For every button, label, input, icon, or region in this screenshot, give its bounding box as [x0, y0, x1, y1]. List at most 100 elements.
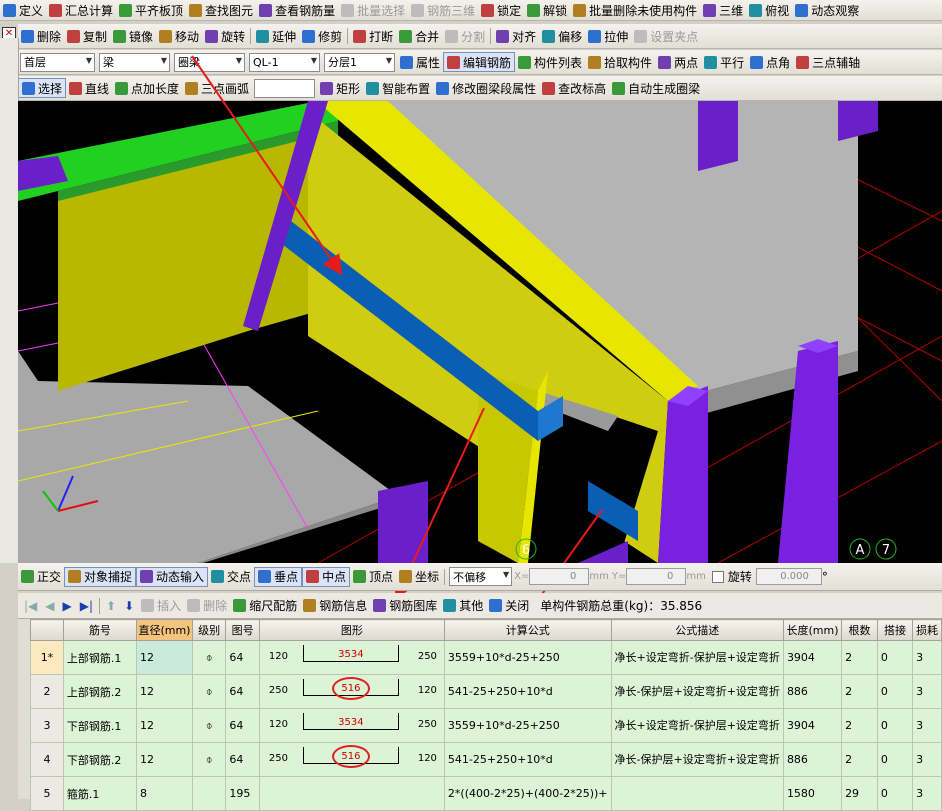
- count-cell[interactable]: 2: [841, 674, 878, 709]
- count-cell[interactable]: 2: [841, 708, 878, 743]
- category-select[interactable]: 梁 ▼: [99, 52, 170, 72]
- y-input[interactable]: 0: [626, 568, 687, 585]
- length-cell[interactable]: 3904: [782, 708, 843, 743]
- table-row[interactable]: 3 下部钢筋.1 12 ⌽ 64 120 3534 250 3559+10*d-25+250 净长…: [30, 708, 942, 743]
- loss-cell[interactable]: 3: [912, 674, 942, 709]
- lap-cell[interactable]: 0: [876, 776, 914, 811]
- column-header[interactable]: 级别: [191, 619, 227, 641]
- move-down-icon[interactable]: ⬇: [124, 599, 134, 613]
- row-number[interactable]: 3: [30, 708, 64, 743]
- length-cell[interactable]: 1580: [782, 776, 843, 811]
- grade-cell[interactable]: [191, 776, 227, 811]
- description-cell[interactable]: 净长+设定弯折-保护层+设定弯折: [610, 640, 784, 675]
- shape-cell[interactable]: 250 516 120: [258, 742, 445, 777]
- lap-cell[interactable]: 0: [876, 742, 914, 777]
- diameter-cell[interactable]: 12: [135, 708, 193, 743]
- toolbar3-button-1[interactable]: 属性: [397, 50, 443, 74]
- diameter-cell[interactable]: 12: [135, 742, 193, 777]
- table-row[interactable]: 2 上部钢筋.2 12 ⌽ 64 250 516 120 541-25+250+10*d 净长-保…: [30, 674, 942, 709]
- grid-tool-7[interactable]: 关闭: [486, 597, 532, 614]
- formula-cell[interactable]: 3559+10*d-25+250: [443, 640, 612, 675]
- toolbar3-button-8[interactable]: 三点辅轴: [793, 50, 863, 74]
- diameter-cell[interactable]: 12: [135, 674, 193, 709]
- toolbar1-button-4[interactable]: 查找图元: [186, 0, 256, 20]
- toolbar1-button-7[interactable]: 钢筋三维: [408, 0, 478, 20]
- formula-cell[interactable]: 541-25+250+10*d: [443, 742, 612, 777]
- column-header[interactable]: 图号: [225, 619, 260, 641]
- toolbar1-button-10[interactable]: 批量删除未使用构件: [570, 0, 700, 20]
- shape-cell[interactable]: 250 516 120: [258, 674, 445, 709]
- loss-cell[interactable]: 3: [912, 776, 942, 811]
- toolbar2-button-8[interactable]: 打断: [350, 24, 396, 48]
- description-cell[interactable]: 净长-保护层+设定弯折+设定弯折: [610, 742, 784, 777]
- toolbar2-button-12[interactable]: 偏移: [539, 24, 585, 48]
- type-select[interactable]: 圈梁 ▼: [174, 52, 245, 72]
- toolbar4-button-8[interactable]: 查改标高: [539, 76, 609, 100]
- loss-cell[interactable]: 3: [912, 640, 942, 675]
- grade-cell[interactable]: ⌽: [191, 640, 227, 675]
- nav-next-icon[interactable]: ▶: [63, 599, 72, 613]
- column-header[interactable]: 直径(mm): [135, 619, 193, 641]
- nav-first-icon[interactable]: |◀: [24, 599, 37, 613]
- toolbar1-button-12[interactable]: 俯视: [746, 0, 792, 20]
- toolbar1-button-9[interactable]: 解锁: [524, 0, 570, 20]
- snap-toggle-7[interactable]: 顶点: [350, 568, 396, 585]
- shape-cell[interactable]: [258, 776, 445, 811]
- grid-tool-3[interactable]: 缩尺配筋: [230, 597, 300, 614]
- toolbar2-button-13[interactable]: 拉伸: [585, 24, 631, 48]
- toolbar4-button-5[interactable]: 矩形: [317, 76, 363, 100]
- loss-cell[interactable]: 3: [912, 742, 942, 777]
- grid-tool-2[interactable]: 删除: [184, 597, 230, 614]
- toolbar1-button-3[interactable]: 平齐板顶: [116, 0, 186, 20]
- count-cell[interactable]: 2: [841, 640, 878, 675]
- toolbar2-button-3[interactable]: 镜像: [110, 24, 156, 48]
- formula-cell[interactable]: 3559+10*d-25+250: [443, 708, 612, 743]
- toolbar1-button-6[interactable]: 批量选择: [338, 0, 408, 20]
- figure-number-cell[interactable]: 64: [225, 742, 260, 777]
- grid-tool-1[interactable]: 插入: [138, 597, 184, 614]
- x-input[interactable]: 0: [529, 568, 590, 585]
- toolbar2-button-10[interactable]: 分割: [442, 24, 488, 48]
- table-row[interactable]: 5 箍筋.1 8 195 2*((400-2*25)+(400-2*25))+ 1580 2…: [30, 776, 942, 811]
- toolbar2-button-14[interactable]: 设置夹点: [631, 24, 701, 48]
- toolbar3-button-2[interactable]: 编辑钢筋: [443, 52, 516, 72]
- grade-cell[interactable]: ⌽: [191, 742, 227, 777]
- element-select[interactable]: QL-1 ▼: [249, 52, 320, 72]
- row-number[interactable]: 4: [30, 742, 64, 777]
- rebar-name[interactable]: 上部钢筋.2: [62, 674, 137, 709]
- grid-tool-5[interactable]: 钢筋图库: [370, 597, 440, 614]
- column-header[interactable]: 公式描述: [610, 619, 784, 641]
- snap-toggle-1[interactable]: 正交: [18, 568, 64, 585]
- nav-last-icon[interactable]: ▶|: [80, 599, 93, 613]
- count-cell[interactable]: 29: [841, 776, 878, 811]
- toolbar3-button-4[interactable]: 拾取构件: [585, 50, 655, 74]
- toolbar2-button-9[interactable]: 合并: [396, 24, 442, 48]
- description-cell[interactable]: 净长-保护层+设定弯折+设定弯折: [610, 674, 784, 709]
- toolbar2-button-2[interactable]: 复制: [64, 24, 110, 48]
- rebar-name[interactable]: 下部钢筋.1: [62, 708, 137, 743]
- diameter-cell[interactable]: 12: [135, 640, 193, 675]
- rotate-input[interactable]: 0.000: [755, 568, 822, 585]
- toolbar2-button-6[interactable]: 延伸: [253, 24, 299, 48]
- grade-cell[interactable]: ⌽: [191, 674, 227, 709]
- figure-number-cell[interactable]: 64: [225, 708, 260, 743]
- table-row[interactable]: 1* 上部钢筋.1 12 ⌽ 64 120 3534 250 3559+10*d-25+250 净…: [30, 640, 942, 675]
- column-header[interactable]: 筋号: [62, 619, 137, 641]
- toolbar1-button-2[interactable]: 汇总计算: [46, 0, 116, 20]
- toolbar1-button-5[interactable]: 查看钢筋量: [256, 0, 338, 20]
- description-cell[interactable]: [610, 776, 784, 811]
- layer-select[interactable]: 分层1 ▼: [324, 52, 395, 72]
- toolbar2-button-5[interactable]: 旋转: [202, 24, 248, 48]
- formula-cell[interactable]: 2*((400-2*25)+(400-2*25))+: [443, 776, 612, 811]
- toolbar4-button-9[interactable]: 自动生成圈梁: [609, 76, 703, 100]
- toolbar4-button-7[interactable]: 修改圈梁段属性: [433, 76, 539, 100]
- length-cell[interactable]: 3904: [782, 640, 843, 675]
- shape-cell[interactable]: 120 3534 250: [258, 708, 445, 743]
- toolbar4-button-4[interactable]: 三点画弧: [182, 76, 252, 100]
- toolbar2-button-7[interactable]: 修剪: [299, 24, 345, 48]
- floor-select[interactable]: 首层 ▼: [20, 52, 95, 72]
- arc-mode-select[interactable]: [254, 78, 316, 98]
- snap-toggle-4[interactable]: 交点: [208, 568, 254, 585]
- lap-cell[interactable]: 0: [876, 640, 914, 675]
- snap-toggle-5[interactable]: 垂点: [254, 566, 303, 587]
